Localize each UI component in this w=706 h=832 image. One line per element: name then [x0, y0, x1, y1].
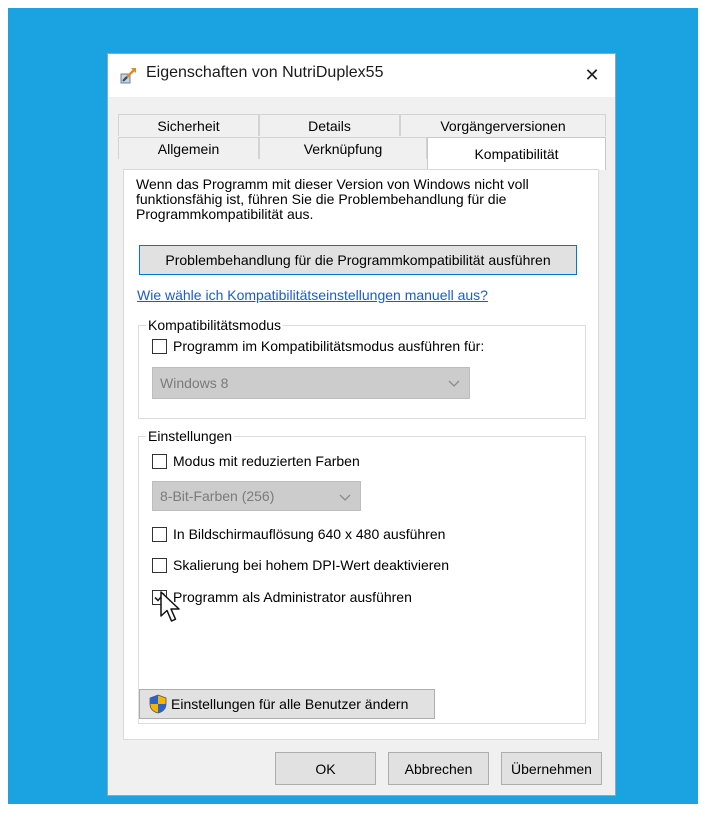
compat-mode-checkbox-label: Programm im Kompatibilitätsmodus ausführ…	[173, 338, 485, 354]
all-users-settings-label: Einstellungen für alle Benutzer ändern	[171, 696, 409, 712]
apply-button[interactable]: Übernehmen	[501, 752, 602, 785]
window-title: Eigenschaften von NutriDuplex55	[146, 64, 384, 81]
troubleshoot-button[interactable]: Problembehandlung für die Programmkompat…	[139, 245, 577, 275]
color-depth-select[interactable]: 8-Bit-Farben (256)	[152, 481, 361, 511]
resolution-label: In Bildschirmauflösung 640 x 480 ausführ…	[173, 526, 446, 542]
close-button[interactable]: ✕	[569, 54, 615, 97]
tab-sicherheit[interactable]: Sicherheit	[118, 114, 259, 136]
compat-mode-checkbox[interactable]	[152, 338, 167, 354]
resolution-checkbox[interactable]	[152, 526, 167, 542]
tab-row-back: Sicherheit Details Vorgängerversionen	[118, 114, 606, 136]
resolution-row[interactable]: In Bildschirmauflösung 640 x 480 ausführ…	[152, 526, 445, 542]
admin-label: Programm als Administrator ausführen	[173, 589, 412, 605]
tab-details[interactable]: Details	[259, 114, 400, 136]
dpi-label: Skalierung bei hohem DPI-Wert deaktivier…	[173, 557, 449, 573]
dpi-row[interactable]: Skalierung bei hohem DPI-Wert deaktivier…	[152, 557, 449, 573]
tab-verknuepfung[interactable]: Verknüpfung	[259, 137, 427, 159]
manual-settings-link[interactable]: Wie wähle ich Kompatibilitätseinstellung…	[137, 287, 488, 303]
program-shortcut-icon	[120, 66, 138, 84]
properties-dialog: Eigenschaften von NutriDuplex55 ✕ Sicher…	[108, 54, 615, 795]
compat-mode-group-label: Kompatibilitätsmodus	[146, 317, 284, 333]
dpi-checkbox[interactable]	[152, 557, 167, 573]
color-depth-select-value: 8-Bit-Farben (256)	[160, 488, 275, 504]
close-icon: ✕	[584, 65, 600, 85]
mouse-pointer-icon	[159, 591, 181, 630]
admin-row[interactable]: Programm als Administrator ausführen	[152, 589, 412, 605]
ok-button[interactable]: OK	[275, 752, 376, 785]
tab-vorgaengerversionen[interactable]: Vorgängerversionen	[400, 114, 606, 136]
uac-shield-icon	[148, 694, 168, 714]
compat-os-select[interactable]: Windows 8	[152, 367, 470, 399]
cancel-button[interactable]: Abbrechen	[388, 752, 489, 785]
reduced-colors-row[interactable]: Modus mit reduzierten Farben	[152, 453, 360, 469]
reduced-colors-label: Modus mit reduzierten Farben	[173, 453, 360, 469]
tab-kompatibilitaet[interactable]: Kompatibilität	[427, 137, 606, 170]
tab-row-front: Allgemein Verknüpfung Kompatibilität	[118, 137, 606, 170]
compatibility-panel: Wenn das Programm mit dieser Version von…	[123, 169, 599, 740]
chevron-down-icon	[447, 376, 461, 392]
compat-mode-checkbox-row[interactable]: Programm im Kompatibilitätsmodus ausführ…	[152, 338, 484, 354]
reduced-colors-checkbox[interactable]	[152, 453, 167, 469]
description-text: Wenn das Programm mit dieser Version von…	[136, 176, 529, 222]
all-users-settings-button[interactable]: Einstellungen für alle Benutzer ändern	[139, 689, 435, 719]
settings-group-label: Einstellungen	[146, 428, 235, 444]
settings-group	[138, 436, 586, 724]
tab-allgemein[interactable]: Allgemein	[118, 137, 259, 159]
compat-os-select-value: Windows 8	[160, 375, 229, 391]
chevron-down-icon	[338, 490, 352, 506]
title-bar[interactable]: Eigenschaften von NutriDuplex55 ✕	[108, 54, 615, 97]
